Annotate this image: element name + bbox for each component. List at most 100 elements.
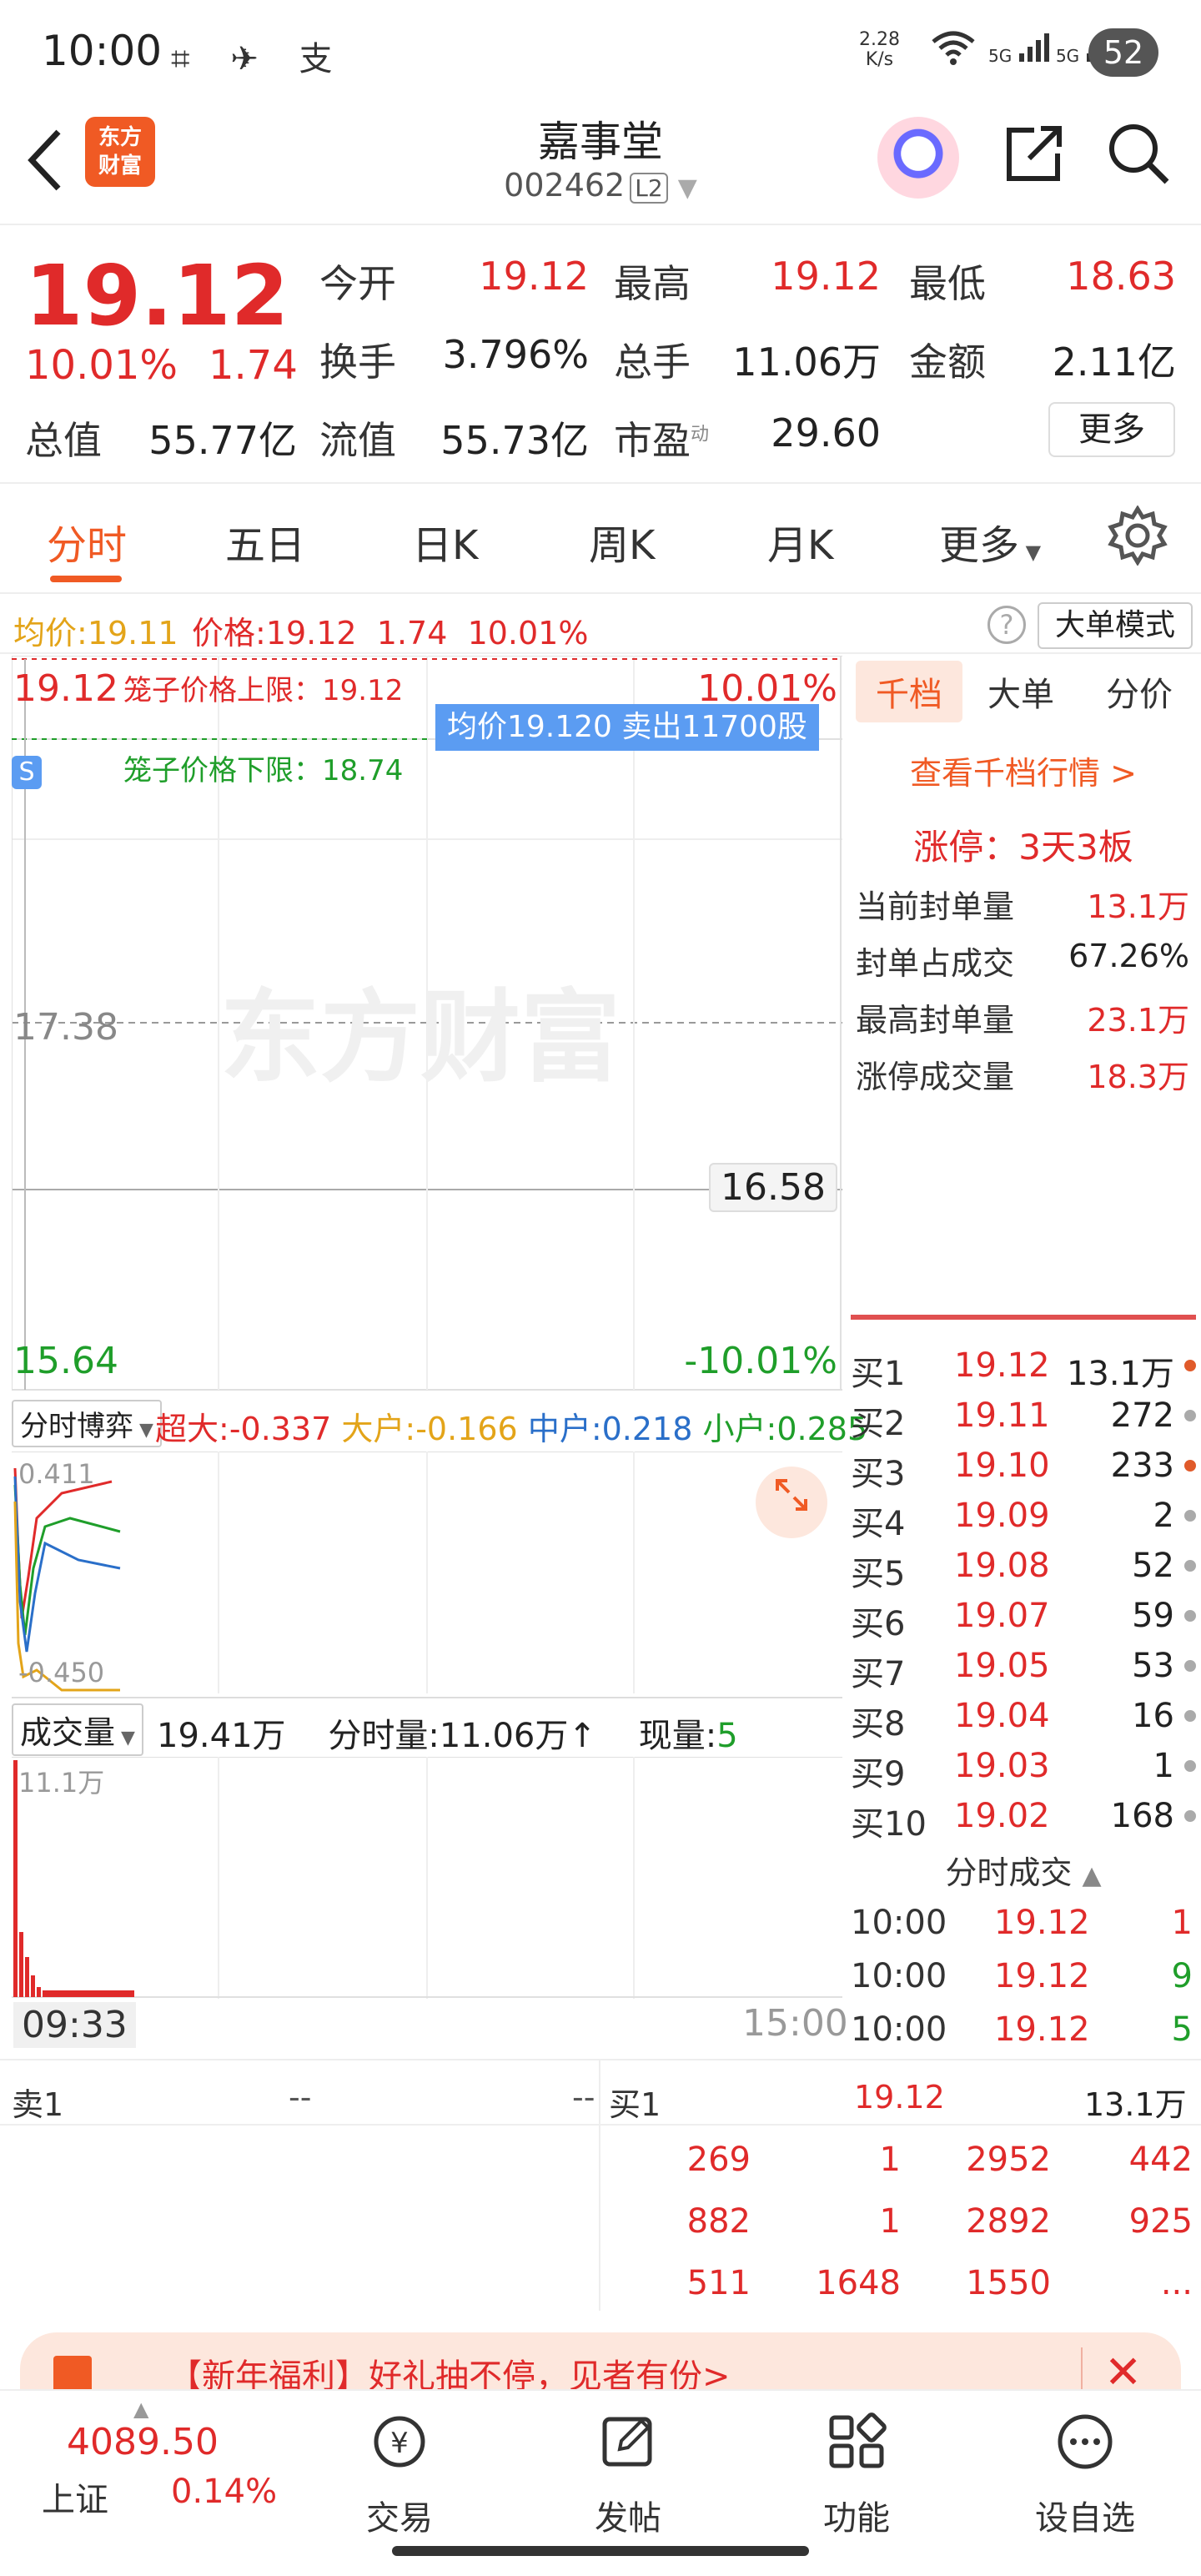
nav-functions[interactable]: 功能 — [802, 2411, 911, 2539]
stat-value-4: 18.3万 — [1087, 1059, 1189, 1095]
price-axis-mid: 17.38 — [13, 1006, 118, 1049]
current-price: 19.12 — [25, 247, 289, 345]
trade-row: 10:00 19.12 5 — [851, 2004, 1201, 2057]
buy1-volume: 13.1万 — [1084, 2086, 1187, 2123]
bid-row[interactable]: 买2 19.11 272 — [851, 1391, 1201, 1443]
rtab-thousand-level[interactable]: 千档 — [856, 661, 962, 722]
pe-dynamic-sup: 动 — [691, 424, 710, 445]
game-selector[interactable]: 分时博弈 ▼ — [12, 1400, 162, 1447]
volume-selector[interactable]: 成交量 ▼ — [12, 1703, 143, 1756]
app-logo[interactable]: 东方 财富 — [85, 117, 155, 187]
value-float-value: 55.73亿 — [440, 418, 589, 463]
nav-add-watchlist[interactable]: 设自选 — [1031, 2411, 1139, 2539]
game-axis-top: 0.411 — [18, 1458, 95, 1490]
sell1-price: -- — [289, 2079, 312, 2116]
prev-close-label: 16.58 — [709, 1163, 837, 1212]
bid-volume: 2 — [1153, 1497, 1174, 1535]
stat-value-3: 23.1万 — [1087, 1002, 1189, 1039]
index-name[interactable]: 上证 — [42, 2473, 108, 2521]
gear-icon[interactable] — [1108, 505, 1168, 580]
bid-row[interactable]: 买7 19.05 53 — [851, 1642, 1201, 1693]
fs-volume-value: 11.06万 — [439, 1717, 569, 1755]
bid-row[interactable]: 买4 19.09 2 — [851, 1492, 1201, 1543]
buy1-label: 买1 — [609, 2086, 661, 2123]
bid-row[interactable]: 买6 19.07 59 — [851, 1592, 1201, 1643]
more-dots-icon — [1031, 2411, 1139, 2486]
bid-price: 19.03 — [954, 1747, 1050, 1785]
rtab-price-distribution[interactable]: 分价 — [1106, 667, 1173, 716]
bid-dot — [1184, 1560, 1196, 1572]
game-medium-label: 中户: — [527, 1411, 602, 1447]
bid-volume: 1 — [1153, 1747, 1174, 1785]
queue-cell: 1 — [879, 2141, 901, 2179]
queue-cell: ... — [1160, 2264, 1193, 2302]
nav-post-label: 发帖 — [595, 2499, 661, 2538]
avg-sell-tooltip: 均价19.120 卖出11700股 — [435, 704, 819, 751]
rtab-big-order[interactable]: 大单 — [987, 667, 1054, 716]
intraday-trades-toggle[interactable]: 分时成交 ▲ — [846, 1847, 1201, 1893]
queue-cell: 1 — [879, 2202, 901, 2241]
trade-time: 10:00 — [851, 2010, 947, 2049]
capital-game-chart[interactable]: 0.411 -0.450 — [12, 1451, 842, 1693]
chart-tabs: 分时 五日 日K 周K 月K 更多 ▼ — [0, 486, 1201, 594]
pct-axis-bottom: -10.01% — [684, 1340, 837, 1382]
price-value: 19.12 — [265, 615, 357, 652]
label-volume: 总手 — [614, 340, 691, 385]
nav-post[interactable]: 发帖 — [574, 2411, 682, 2539]
tab-day-k[interactable]: 日K — [412, 512, 478, 571]
trade-volume: 5 — [1171, 2010, 1193, 2049]
bid-row[interactable]: 买9 19.03 1 — [851, 1742, 1201, 1794]
back-icon[interactable] — [25, 127, 67, 208]
help-icon[interactable]: ? — [987, 606, 1026, 644]
tab-month-k[interactable]: 月K — [767, 512, 833, 571]
bottom-navigation: ▲ 4089.50 上证 0.14% ¥ 交易 发帖 功能 设自选 — [0, 2389, 1201, 2539]
tab-more[interactable]: 更多 ▼ — [939, 512, 1041, 571]
share-icon[interactable] — [1001, 120, 1068, 201]
bid-row[interactable]: 买8 19.04 16 — [851, 1692, 1201, 1743]
home-indicator[interactable] — [392, 2546, 809, 2556]
caret-down-icon: ▼ — [133, 1420, 153, 1441]
bid-dot — [1184, 1510, 1196, 1522]
volume-chart[interactable]: 11.1万 — [12, 1756, 842, 1999]
big-order-mode-button[interactable]: 大单模式 — [1038, 602, 1193, 649]
tab-five-day[interactable]: 五日 — [225, 512, 305, 571]
tab-more-label: 更多 — [939, 522, 1020, 569]
bid-volume: 53 — [1132, 1647, 1174, 1685]
expand-icon[interactable] — [756, 1467, 827, 1538]
index-value[interactable]: 4089.50 — [67, 2421, 219, 2463]
queue-cell: 511 — [686, 2264, 751, 2302]
stat-value-2: 67.26% — [1068, 938, 1189, 974]
bid-price: 19.04 — [954, 1697, 1050, 1735]
bid-row[interactable]: 买10 19.02 168 — [851, 1792, 1201, 1844]
bid-dot — [1184, 1810, 1196, 1822]
search-icon[interactable] — [1105, 120, 1172, 201]
avg-price-info: 均价:19.11 — [13, 607, 178, 653]
price-label: 价格: — [192, 615, 266, 652]
bid-label: 买10 — [851, 1805, 927, 1844]
game-super-large: 超大:-0.337 — [155, 1411, 331, 1447]
tab-intraday[interactable]: 分时 — [47, 512, 127, 571]
logo-line-1: 东方 — [98, 125, 142, 150]
nav-functions-label: 功能 — [823, 2499, 890, 2538]
view-thousand-level-link[interactable]: 查看千档行情 > — [846, 747, 1201, 793]
order-book-panel: 千档 大单 分价 查看千档行情 > 涨停：3天3板 当前封单量 13.1万 封单… — [846, 656, 1201, 2057]
time-axis-start: 09:33 — [13, 2002, 136, 2048]
bid-dot — [1184, 1710, 1196, 1722]
more-quote-button[interactable]: 更多 — [1048, 402, 1175, 457]
index-change[interactable]: 0.14% — [171, 2473, 277, 2511]
nav-trade[interactable]: ¥ 交易 — [345, 2411, 454, 2539]
price-axis-top: 19.12 — [13, 667, 118, 710]
robot-assistant-icon[interactable] — [877, 117, 959, 199]
bid-dot — [1184, 1760, 1196, 1772]
bid-row[interactable]: 买5 19.08 52 — [851, 1542, 1201, 1593]
bid-row[interactable]: 买3 19.10 233 — [851, 1441, 1201, 1493]
game-medium: 中户:0.218 — [528, 1411, 693, 1447]
bid-row[interactable]: 买1 19.12 13.1万 — [851, 1341, 1201, 1393]
tab-week-k[interactable]: 周K — [589, 512, 655, 571]
trade-price: 19.12 — [994, 1904, 1090, 1942]
bid-price: 19.09 — [954, 1497, 1050, 1535]
sell-marker-icon[interactable]: S — [12, 756, 42, 789]
intraday-chart[interactable]: 东方财富 19.12 17.38 15.64 10.01% -10.01% 16… — [12, 656, 842, 1398]
edit-icon — [574, 2411, 682, 2486]
queue-cell: 442 — [1128, 2141, 1193, 2179]
